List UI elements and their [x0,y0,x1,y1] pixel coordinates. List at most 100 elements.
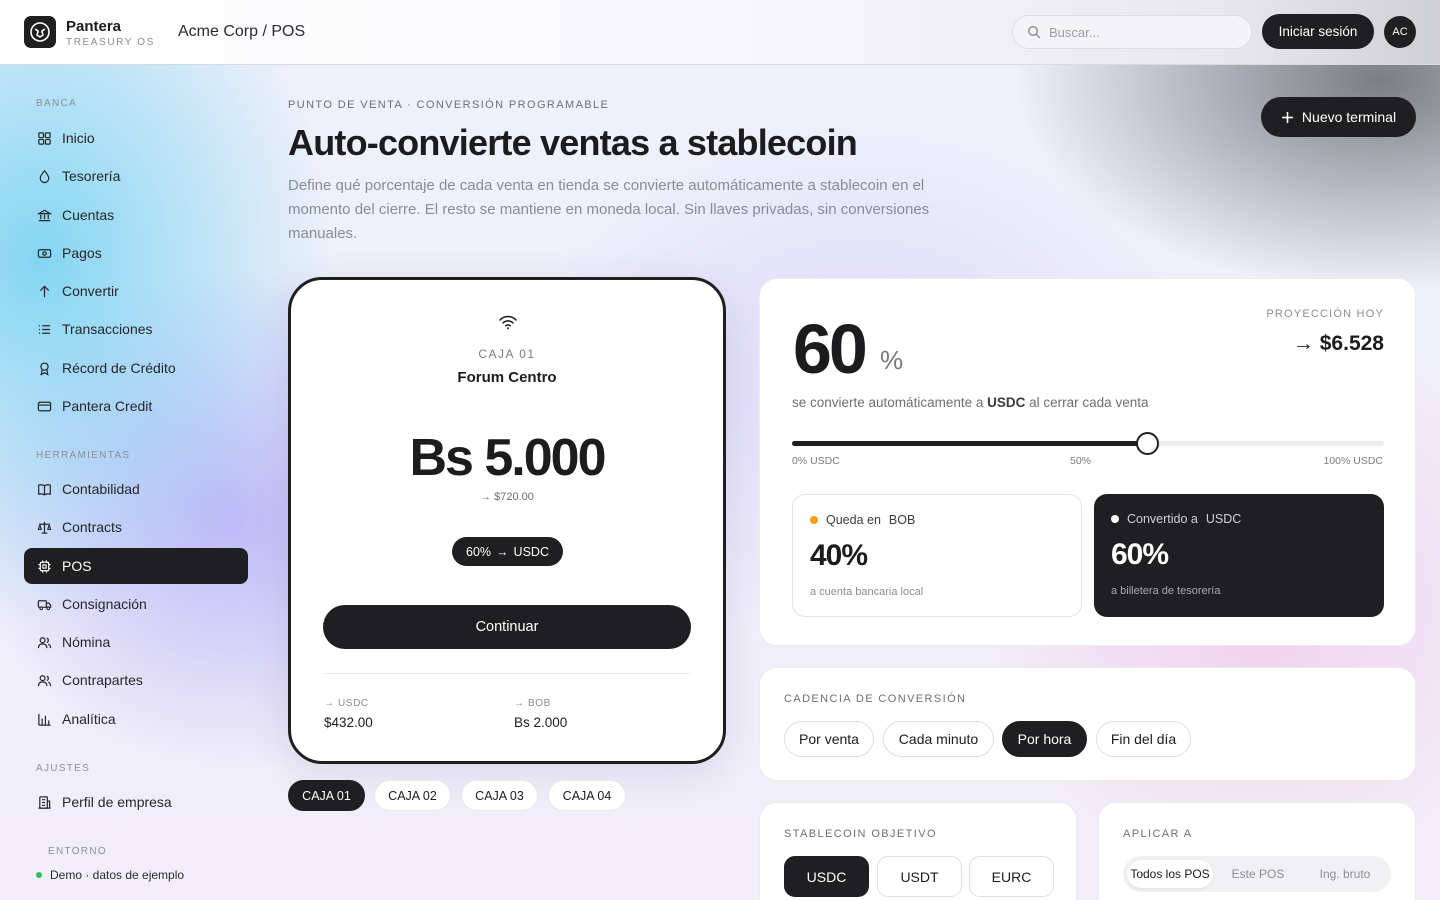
sidebar-item-analitica[interactable]: Analítica [24,701,248,737]
local-destination: a cuenta bancaria local [810,586,924,598]
local-card-header: Queda en BOB [810,513,915,527]
top-bar: Pantera TREASURY OS Acme Corp / POS Inic… [0,0,1440,65]
sidebar-item-transacciones[interactable]: Transacciones [24,311,248,347]
split-bob-label: → BOB [514,698,551,709]
description-prefix: se convierte automáticamente a [792,395,984,410]
brand-name: Pantera [66,18,122,35]
cadence-option-fin-del-dia[interactable]: Fin del día [1096,721,1191,757]
stable-card-currency: USDC [1205,512,1242,526]
truck-icon [37,599,52,610]
sidebar-item-convertir[interactable]: Convertir [24,273,248,309]
apply-option-ing-bruto[interactable]: Ing. bruto [1303,860,1387,888]
section-label-entorno: ENTORNO [48,846,107,857]
stable-percent: 60% [1111,538,1169,571]
banknote-icon [37,248,52,258]
search-box[interactable] [1012,15,1252,49]
grid-icon [38,131,51,145]
apply-to-panel: APLICAR A Todos los POS Este POS Ing. br… [1098,802,1416,900]
conversion-slider[interactable] [792,432,1384,455]
slider-thumb[interactable] [1136,432,1160,455]
cadence-panel: CADENCIA DE CONVERSIÓN Por venta Cada mi… [759,667,1416,781]
sidebar-item-pos[interactable]: POS [24,548,248,584]
bank-icon [37,209,52,221]
avatar[interactable]: AC [1384,16,1416,48]
sidebar-item-contabilidad[interactable]: Contabilidad [24,471,248,507]
new-terminal-button[interactable]: Nuevo terminal [1261,97,1416,137]
stable-card-label: Convertido a [1127,512,1198,526]
sidebar-item-inicio[interactable]: Inicio [24,120,248,156]
conversion-chip-coin: USDC [513,544,549,559]
projection-value: → $6.528 [1292,332,1384,355]
divider [323,673,691,674]
sidebar-item-pagos[interactable]: Pagos [24,235,248,271]
apply-option-este-pos[interactable]: Este POS [1215,860,1301,888]
local-percent: 40% [810,539,868,572]
book-icon [38,483,51,496]
cadence-option-por-venta[interactable]: Por venta [784,721,874,757]
pos-terminal-card: CAJA 01 Forum Centro Bs 5.000 → $720.00 … [288,277,726,764]
scale-icon [37,521,52,534]
section-label-banca: BANCA [36,98,77,109]
stable-destination: a billetera de tesorería [1111,585,1221,597]
conversion-description: se convierte automáticamente a USDC al c… [792,395,1148,410]
brand-subtitle: TREASURY OS [66,37,155,48]
pos-converted-amount: → $720.00 [480,491,534,503]
tab-caja-02[interactable]: CAJA 02 [374,780,451,811]
sidebar-item-contracts[interactable]: Contracts [24,509,248,545]
apply-label: APLICAR A [1123,828,1193,840]
tab-caja-04[interactable]: CAJA 04 [548,780,626,811]
login-button[interactable]: Iniciar sesión [1262,14,1374,49]
apply-option-todos[interactable]: Todos los POS [1127,860,1213,888]
building-icon [38,795,51,809]
arrow-up-icon [39,284,50,297]
sidebar-item-record-credito[interactable]: Récord de Crédito [24,350,248,386]
sidebar-item-label: Analítica [62,711,116,727]
sidebar-item-perfil-empresa[interactable]: Perfil de empresa [24,784,248,820]
page-eyebrow: PUNTO DE VENTA · CONVERSIÓN PROGRAMABLE [288,99,610,111]
stablecoin-option-usdc[interactable]: USDC [784,856,869,897]
card-icon [37,401,52,411]
environment-label[interactable]: Demo · datos de ejemplo [50,868,184,882]
local-status-dot [810,516,818,524]
sidebar-item-label: Convertir [62,283,119,299]
sidebar-item-consignacion[interactable]: Consignación [24,586,248,622]
search-input[interactable] [1049,24,1229,40]
sidebar: BANCA Inicio Tesorería Cuentas Pagos Con… [24,65,248,900]
slider-tick-min: 0% USDC [792,455,840,467]
bar-chart-icon [38,713,51,726]
tab-caja-01[interactable]: CAJA 01 [288,780,365,811]
cadence-option-por-hora[interactable]: Por hora [1002,721,1087,757]
stablecoin-option-eurc[interactable]: EURC [969,856,1054,897]
stable-status-dot [1111,515,1119,523]
stable-card-header: Convertido a USDC [1111,512,1241,526]
panther-logo-icon[interactable] [24,16,56,48]
user-group-icon [37,674,52,686]
stablecoin-option-usdt[interactable]: USDT [877,856,962,897]
conversion-chip-percent: 60% [466,544,492,559]
page-description: Define qué porcentaje de cada venta en t… [288,177,930,242]
sidebar-item-label: Récord de Crédito [62,360,176,376]
sidebar-item-label: Nómina [62,634,111,650]
tab-caja-03[interactable]: CAJA 03 [461,780,538,811]
sidebar-item-label: Tesorería [62,168,121,184]
projection-label: PROYECCIÓN HOY [1266,308,1384,320]
sidebar-item-pantera-credit[interactable]: Pantera Credit [24,388,248,424]
chip-icon [38,559,51,573]
stablecoin-card: Convertido a USDC 60% a billetera de tes… [1094,494,1384,617]
environment-status-dot [36,872,42,878]
sidebar-item-label: POS [62,558,92,574]
section-label-ajustes: AJUSTES [36,763,91,774]
slider-fill [792,441,1148,446]
sidebar-item-tesoreria[interactable]: Tesorería [24,158,248,194]
cadence-option-cada-minuto[interactable]: Cada minuto [883,721,994,757]
local-currency-card: Queda en BOB 40% a cuenta bancaria local [792,494,1082,617]
breadcrumb[interactable]: Acme Corp / POS [178,23,305,41]
sidebar-item-label: Perfil de empresa [62,794,172,810]
local-card-label: Queda en [826,513,881,527]
sidebar-item-contrapartes[interactable]: Contrapartes [24,662,248,698]
percent-symbol: % [880,345,904,375]
sidebar-item-cuentas[interactable]: Cuentas [24,197,248,233]
sidebar-item-nomina[interactable]: Nómina [24,624,248,660]
continue-button[interactable]: Continuar [323,605,691,649]
page-title: Auto-convierte ventas a stablecoin [288,122,858,163]
